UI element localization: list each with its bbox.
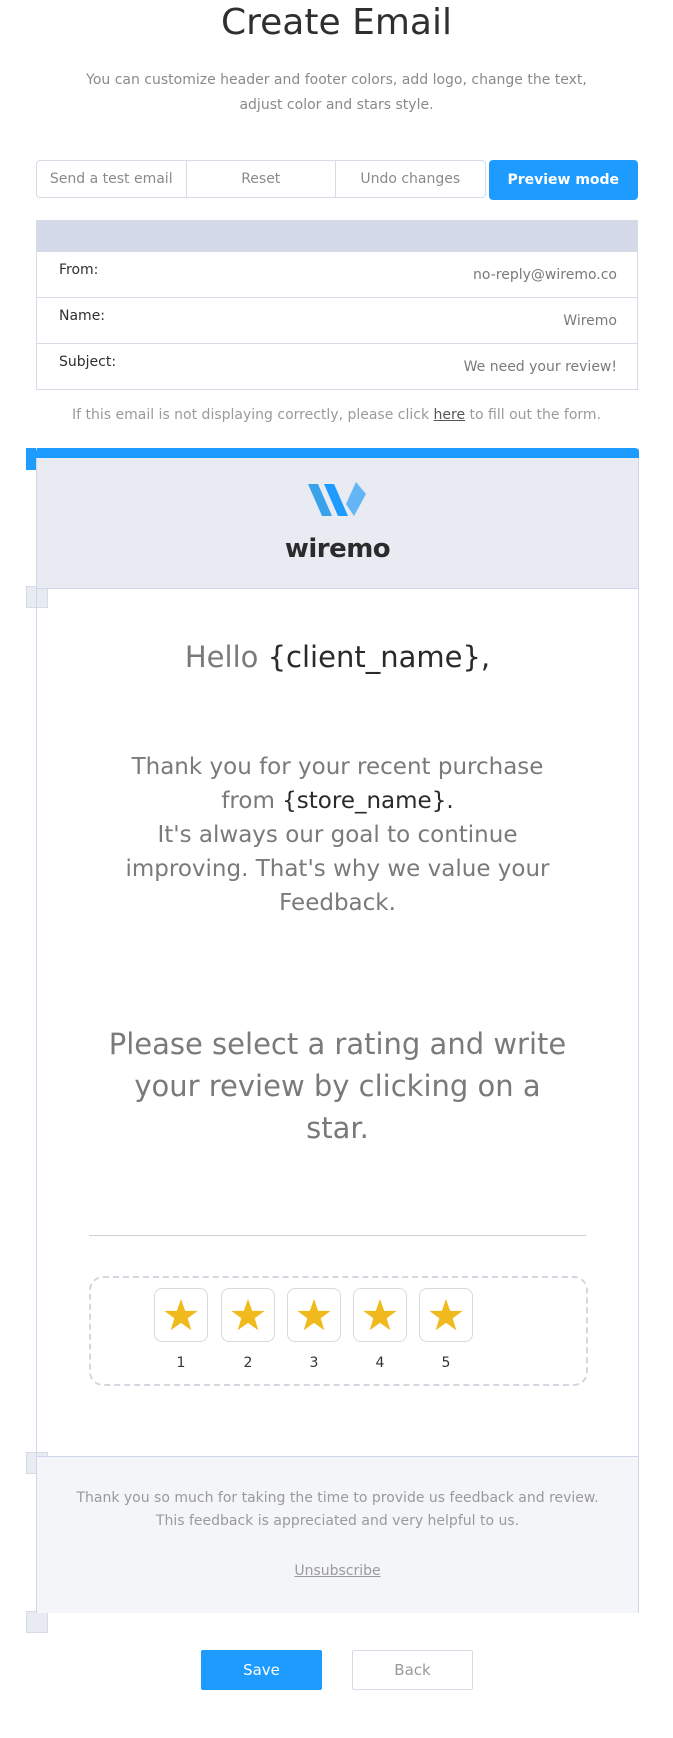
email-preview: wiremo Hello {client_name}, Thank you fo… [36, 448, 639, 1613]
subtitle-line-2: adjust color and stars style. [239, 97, 434, 113]
email-meta-panel: From: no-reply@wiremo.co Name: Wiremo Su… [36, 220, 638, 390]
reset-button[interactable]: Reset [186, 160, 336, 198]
email-greeting[interactable]: Hello {client_name}, [37, 640, 638, 674]
footer-line-2: This feedback is appreciated and very he… [155, 1513, 520, 1529]
meta-row-from: From: no-reply@wiremo.co [37, 251, 637, 297]
star-number: 2 [243, 1355, 253, 1371]
page-subtitle: You can customize header and footer colo… [70, 68, 603, 118]
send-test-email-button[interactable]: Send a test email [36, 160, 187, 198]
wiremo-logo-text: wiremo [284, 534, 391, 564]
email-thanks-text[interactable]: Thank you for your recent purchase from … [107, 750, 568, 920]
star-button[interactable] [287, 1288, 341, 1342]
star-icon [429, 1299, 463, 1331]
end-section-handle[interactable] [26, 1611, 48, 1633]
star-button[interactable] [154, 1288, 208, 1342]
client-name-variable: {client_name}, [267, 640, 491, 674]
subject-value[interactable]: We need your review! [464, 359, 617, 389]
greeting-prefix: Hello [184, 640, 268, 674]
meta-panel-header [37, 221, 637, 251]
from-value[interactable]: no-reply@wiremo.co [473, 267, 617, 297]
name-value[interactable]: Wiremo [563, 313, 617, 343]
star-icon [164, 1299, 198, 1331]
star-option-4[interactable]: 4 [353, 1288, 407, 1371]
from-label: From: [59, 262, 99, 278]
meta-row-name: Name: Wiremo [37, 297, 637, 343]
star-option-5[interactable]: 5 [419, 1288, 473, 1371]
star-number: 3 [309, 1355, 319, 1371]
content-divider [89, 1235, 586, 1236]
unsubscribe-link[interactable]: Unsubscribe [37, 1563, 638, 1579]
star-number: 4 [375, 1355, 385, 1371]
star-option-3[interactable]: 3 [287, 1288, 341, 1371]
footer-line-1: Thank you so much for taking the time to… [76, 1490, 599, 1506]
subtitle-line-1: You can customize header and footer colo… [86, 72, 587, 88]
star-icon [231, 1299, 265, 1331]
store-name-variable: {store_name}. [282, 788, 454, 814]
thanks-line-2: from {store_name}. [107, 784, 568, 818]
star-button[interactable] [419, 1288, 473, 1342]
back-button[interactable]: Back [352, 1650, 473, 1690]
undo-changes-button[interactable]: Undo changes [336, 160, 486, 198]
notice-text-before: If this email is not displaying correctl… [71, 407, 434, 423]
rating-cta-text[interactable]: Please select a rating and write your re… [107, 1023, 568, 1149]
star-number: 5 [441, 1355, 451, 1371]
star-option-2[interactable]: 2 [221, 1288, 275, 1371]
notice-text-after: to fill out the form. [465, 407, 601, 423]
subject-label: Subject: [59, 354, 117, 370]
star-button[interactable] [353, 1288, 407, 1342]
star-rating-box: 1 2 3 4 5 [89, 1276, 588, 1386]
page-title: Create Email [221, 2, 452, 43]
email-footer[interactable]: Thank you so much for taking the time to… [37, 1456, 638, 1613]
name-label: Name: [59, 308, 106, 324]
notice-here-link[interactable]: here [434, 407, 466, 423]
star-number: 1 [176, 1355, 186, 1371]
star-button[interactable] [221, 1288, 275, 1342]
star-option-1[interactable]: 1 [154, 1288, 208, 1371]
star-icon [297, 1299, 331, 1331]
meta-row-subject: Subject: We need your review! [37, 343, 637, 389]
thanks-rest: It's always our goal to continue improvi… [125, 822, 550, 916]
email-toolbar: Send a test email Reset Undo changes Pre… [36, 160, 638, 200]
thanks-line-1: Thank you for your recent purchase [131, 754, 544, 780]
save-button[interactable]: Save [201, 1650, 322, 1690]
wiremo-logo-icon [308, 482, 366, 516]
star-icon [363, 1299, 397, 1331]
display-notice: If this email is not displaying correctl… [0, 407, 673, 423]
preview-mode-button[interactable]: Preview mode [488, 160, 638, 200]
footer-text: Thank you so much for taking the time to… [57, 1487, 618, 1533]
thanks-from: from [221, 788, 283, 814]
email-accent-bar [36, 448, 639, 458]
email-header[interactable]: wiremo [37, 458, 638, 589]
